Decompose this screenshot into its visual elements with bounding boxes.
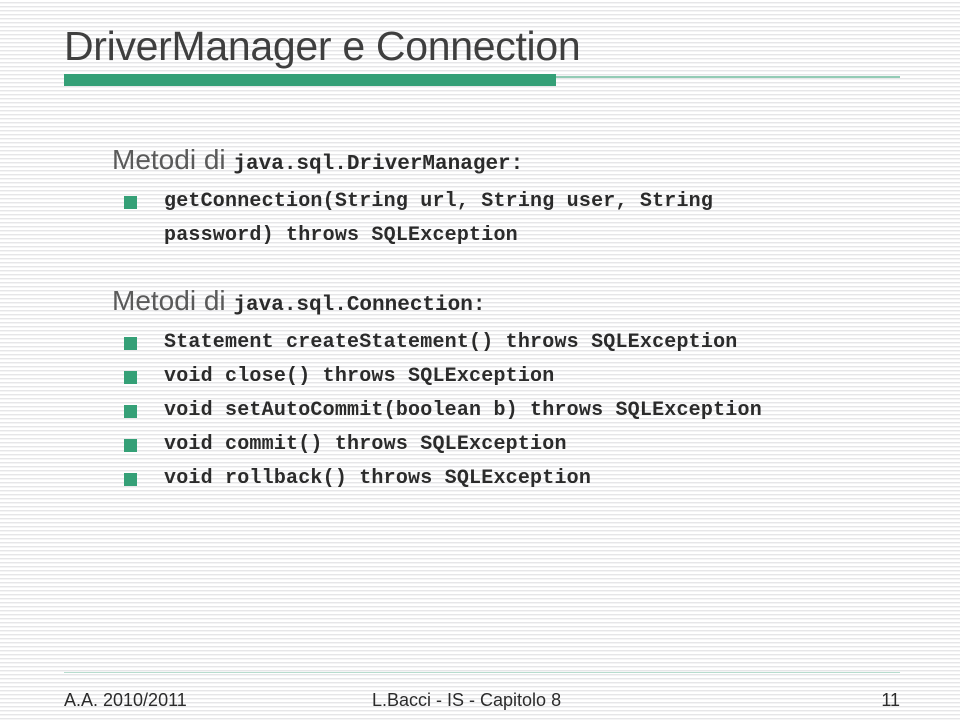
list-item: Statement createStatement() throws SQLEx…: [112, 326, 912, 360]
bullet-square-icon: [124, 196, 137, 209]
list-item: void rollback() throws SQLException: [112, 462, 912, 496]
footer: A.A. 2010/2011 L.Bacci - IS - Capitolo 8…: [64, 688, 900, 712]
section-heading-colon: :: [510, 153, 524, 176]
list-item-label: void setAutoCommit(boolean b) throws SQL…: [164, 399, 762, 422]
section-heading-prefix: Metodi di: [112, 285, 234, 316]
page-title: DriverManager e Connection: [64, 23, 581, 69]
bullet-square-icon: [124, 371, 137, 384]
section-heading-drivermanager: Metodi di java.sql.DriverManager:: [112, 140, 912, 185]
title-underline-accent-bar: [64, 74, 556, 86]
bullet-list-connection: Statement createStatement() throws SQLEx…: [112, 326, 912, 496]
bullet-square-icon: [124, 405, 137, 418]
section-heading-prefix: Metodi di: [112, 144, 234, 175]
list-item-label: void rollback() throws SQLException: [164, 467, 592, 490]
list-item: void setAutoCommit(boolean b) throws SQL…: [112, 394, 912, 428]
bullet-square-icon: [124, 473, 137, 486]
slide-body: Metodi di java.sql.DriverManager: getCon…: [112, 140, 912, 498]
bullet-square-icon: [124, 337, 137, 350]
bullet-list-drivermanager: getConnection(String url, String user, S…: [112, 185, 912, 253]
list-item-label: void commit() throws SQLException: [164, 433, 567, 456]
list-item-label: Statement createStatement() throws SQLEx…: [164, 331, 738, 354]
footer-course-chapter: L.Bacci - IS - Capitolo 8: [372, 689, 562, 710]
slide: DriverManager e Connection Metodi di jav…: [0, 0, 960, 720]
section-heading-class-name: java.sql.DriverManager: [233, 153, 511, 176]
list-item-label: void close() throws SQLException: [164, 365, 555, 388]
list-item-label: getConnection(String url, String user, S…: [164, 190, 714, 247]
footer-academic-year: A.A. 2010/2011: [64, 689, 187, 710]
list-item: getConnection(String url, String user, S…: [112, 185, 912, 253]
footer-slide-number: 11: [881, 689, 900, 710]
footer-divider: [64, 672, 900, 673]
section-heading-class-name: java.sql.Connection: [233, 294, 473, 317]
section-connection: Metodi di java.sql.Connection: Statement…: [112, 281, 912, 496]
section-heading-connection: Metodi di java.sql.Connection:: [112, 281, 912, 326]
bullet-square-icon: [124, 439, 137, 452]
title-block: DriverManager e Connection: [64, 22, 904, 70]
section-heading-colon: :: [472, 294, 486, 317]
section-drivermanager: Metodi di java.sql.DriverManager: getCon…: [112, 140, 912, 253]
list-item: void close() throws SQLException: [112, 360, 912, 394]
list-item: void commit() throws SQLException: [112, 428, 912, 462]
